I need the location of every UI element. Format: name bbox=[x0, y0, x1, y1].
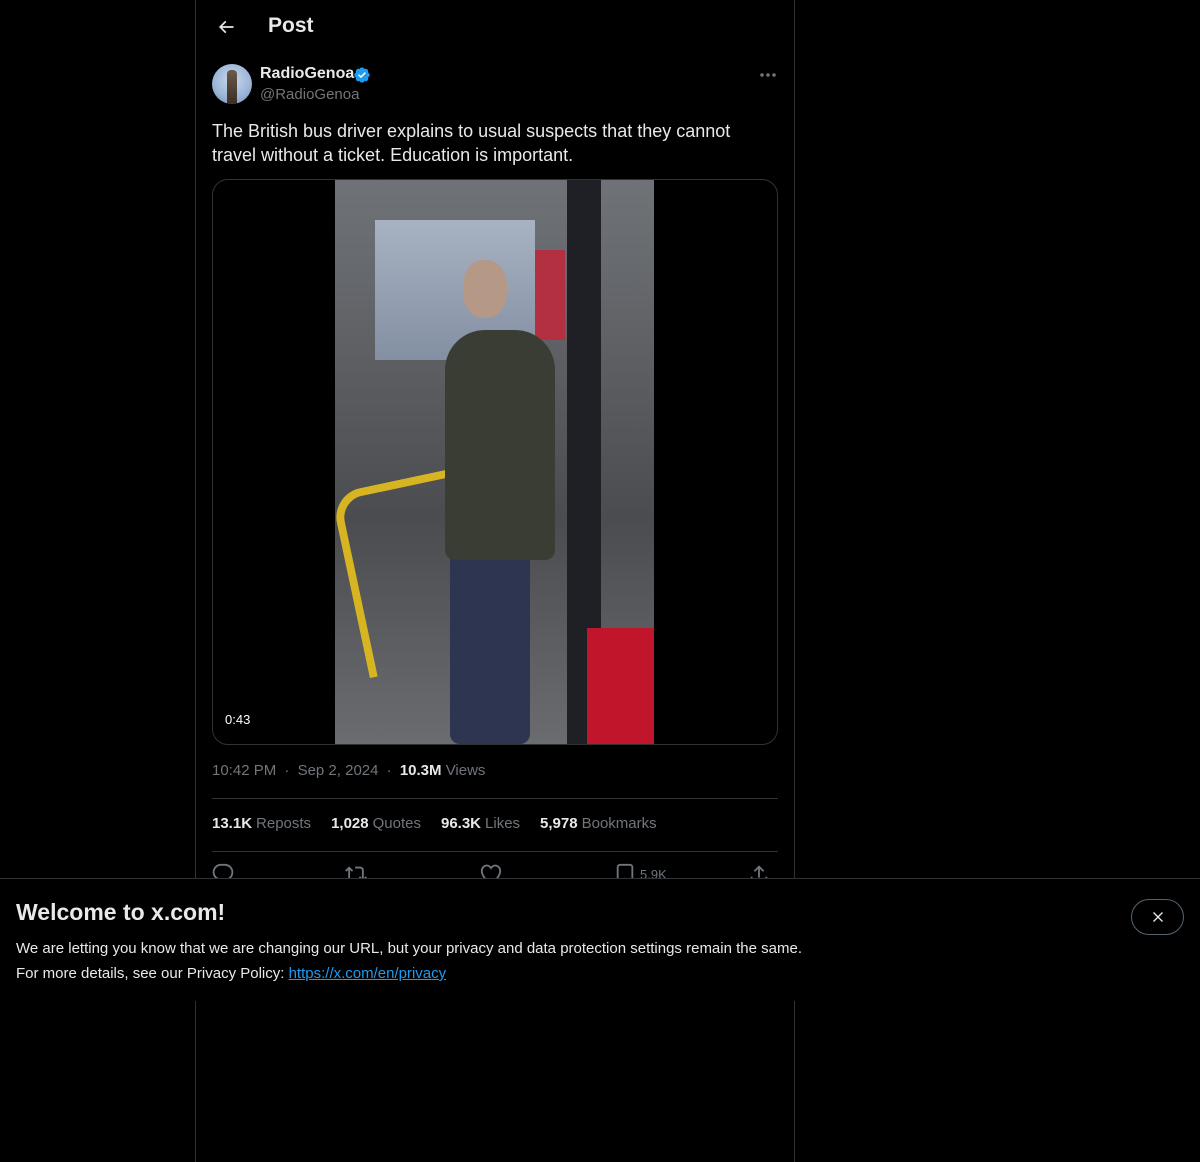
verified-badge-icon bbox=[354, 67, 370, 83]
author-handle[interactable]: @RadioGenoa bbox=[260, 86, 359, 103]
more-dots-icon bbox=[760, 73, 776, 77]
avatar[interactable] bbox=[212, 64, 252, 104]
meta-separator: · bbox=[284, 762, 290, 779]
page-title: Post bbox=[268, 14, 314, 37]
page-header: Post bbox=[196, 0, 794, 54]
back-button[interactable] bbox=[208, 9, 244, 45]
privacy-policy-link[interactable]: https://x.com/en/privacy bbox=[289, 965, 447, 982]
author-name[interactable]: RadioGenoa bbox=[260, 65, 354, 83]
views-label: Views bbox=[445, 762, 486, 779]
more-options-button[interactable] bbox=[752, 64, 784, 86]
url-change-banner: Welcome to x.com! We are letting you kno… bbox=[0, 878, 1200, 1001]
post-date[interactable]: Sep 2, 2024 bbox=[298, 762, 379, 779]
divider bbox=[212, 798, 778, 799]
banner-text: We are letting you know that we are chan… bbox=[16, 936, 802, 986]
post-time[interactable]: 10:42 PM bbox=[212, 762, 276, 779]
arrow-left-icon bbox=[218, 20, 234, 34]
banner-title: Welcome to x.com! bbox=[16, 899, 226, 925]
stat-bookmarks[interactable]: 5,978 Bookmarks bbox=[540, 815, 657, 832]
video-thumbnail bbox=[335, 180, 654, 744]
video-duration-badge: 0:43 bbox=[221, 710, 255, 729]
views-count: 10.3M bbox=[399, 762, 442, 779]
post-text: The British bus driver explains to usual… bbox=[212, 121, 731, 165]
engagement-stats: 13.1K Reposts 1,028 Quotes 96.3K Likes 5,97… bbox=[212, 815, 657, 832]
stat-likes[interactable]: 96.3K Likes bbox=[441, 815, 520, 832]
close-banner-button[interactable] bbox=[1131, 899, 1184, 935]
meta-separator: · bbox=[386, 762, 392, 779]
banner-line-2: For more details, see our Privacy Policy… bbox=[16, 965, 447, 982]
post-meta: 10:42 PM · Sep 2, 2024 · 10.3M Views bbox=[212, 762, 485, 779]
video-player[interactable]: 0:43 bbox=[212, 179, 778, 745]
close-icon bbox=[1152, 912, 1163, 922]
stat-reposts[interactable]: 13.1K Reposts bbox=[212, 815, 311, 832]
stat-quotes[interactable]: 1,028 Quotes bbox=[331, 815, 421, 832]
divider bbox=[212, 851, 778, 852]
banner-line-1: We are letting you know that we are chan… bbox=[16, 940, 802, 957]
